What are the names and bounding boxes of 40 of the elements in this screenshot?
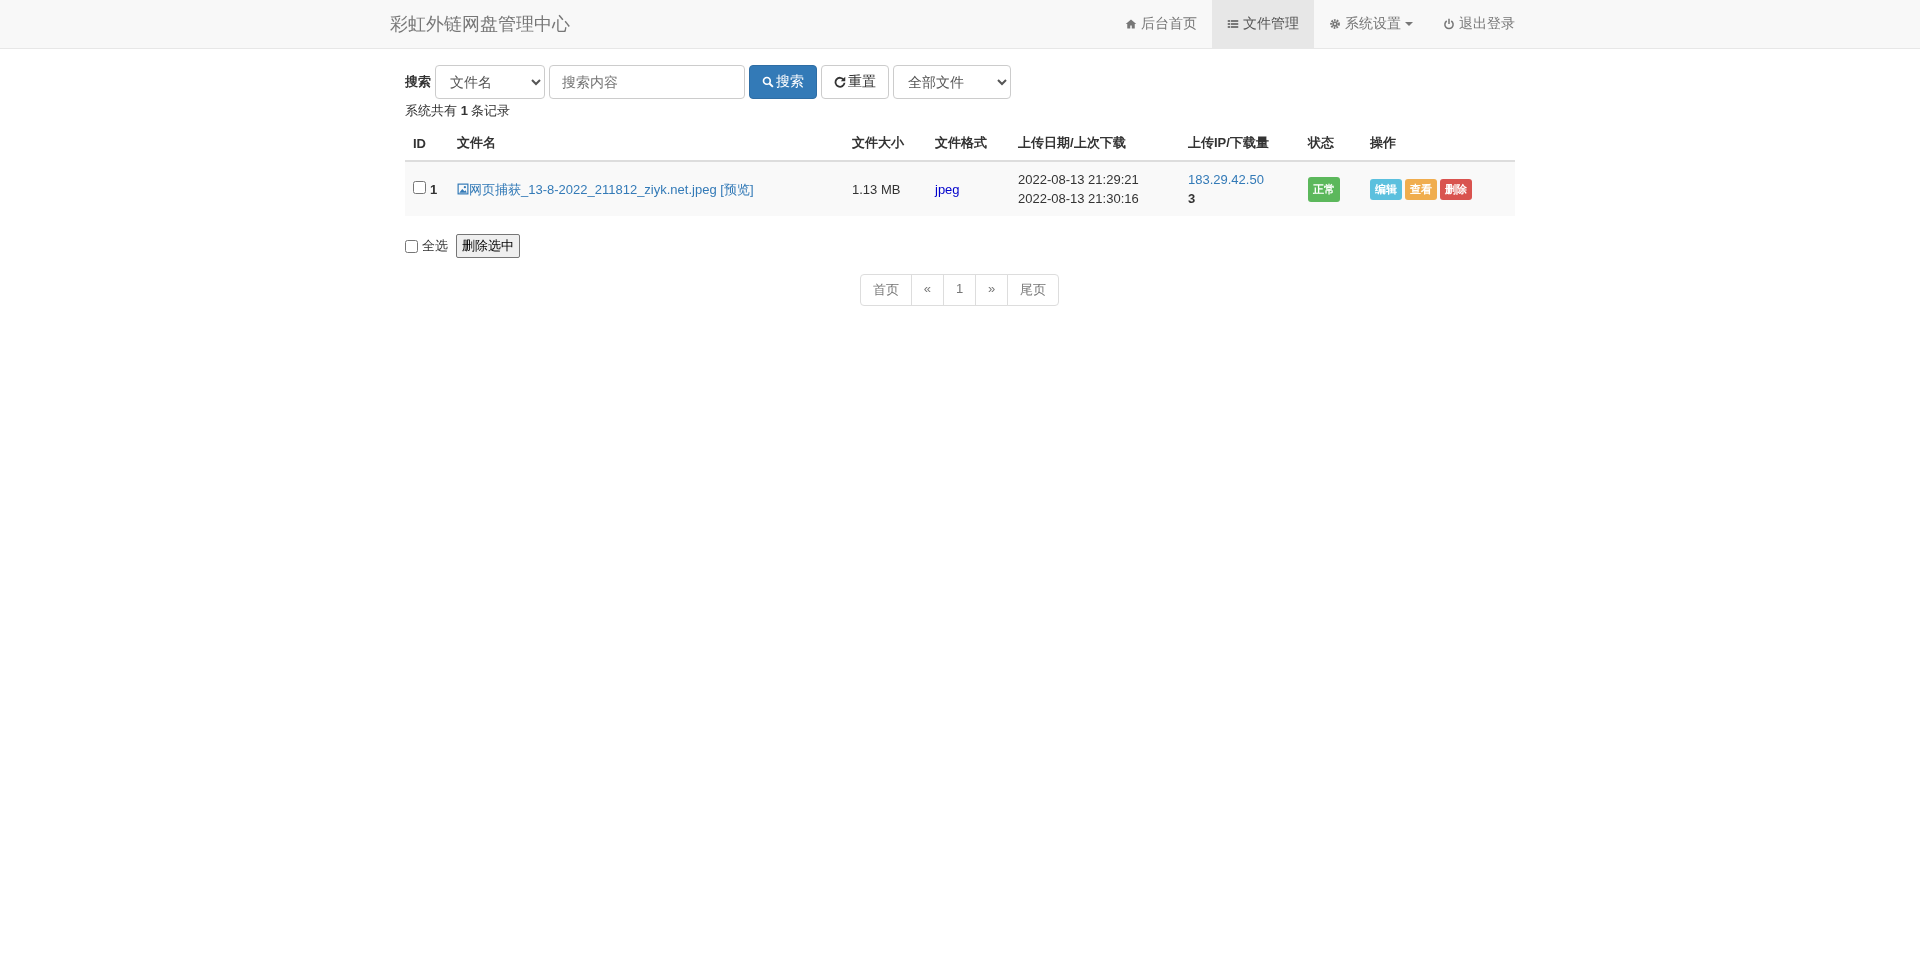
action-button[interactable]: 删除 — [1440, 178, 1472, 200]
page-link[interactable]: « — [910, 274, 944, 306]
ip-link[interactable]: 183.29.42.50 — [1188, 172, 1264, 187]
search-icon — [762, 76, 774, 88]
select-all-label[interactable]: 全选 — [422, 237, 448, 255]
refresh-icon — [834, 76, 846, 88]
record-count: 系统共有 1 条记录 — [405, 102, 512, 120]
nav-item[interactable]: 文件管理 — [1212, 0, 1314, 48]
settings-icon — [1329, 18, 1341, 30]
row-checkbox[interactable] — [413, 180, 426, 194]
upload-date: 2022-08-13 21:29:21 — [1018, 171, 1140, 189]
type-select[interactable]: 全部文件 — [893, 65, 1011, 99]
nav-item[interactable]: 后台首页 — [1110, 0, 1212, 48]
page-link[interactable]: » — [975, 274, 1009, 306]
brand-title[interactable]: 彩虹外链网盘管理中心 — [390, 12, 570, 36]
page-link[interactable]: 首页 — [859, 274, 912, 306]
file-link[interactable]: 网页捕获_13-8-2022_211812_ziyk.net.jpeg — [457, 181, 717, 197]
reset-button[interactable]: 重置 — [821, 65, 889, 99]
search-button[interactable]: 搜索 — [749, 65, 817, 99]
delete-selected-button[interactable]: 删除选中 — [456, 234, 520, 258]
home-icon — [1125, 18, 1137, 30]
nav-item[interactable]: 退出登录 — [1428, 0, 1530, 48]
download-count: 3 — [1188, 190, 1197, 208]
power-icon — [1443, 18, 1455, 30]
page-link[interactable]: 1 — [942, 274, 977, 306]
list-icon — [1227, 18, 1239, 30]
search-label: 搜索 — [405, 73, 431, 91]
status-label: 正常 — [1308, 176, 1340, 202]
caret-icon — [1405, 22, 1413, 26]
format-link[interactable]: jpeg — [935, 181, 960, 197]
id-cell: 1 — [430, 181, 438, 197]
size-cell: 1.13 MB — [844, 161, 927, 216]
download-date: 2022-08-13 21:30:16 — [1018, 190, 1140, 208]
page-link[interactable]: 尾页 — [1007, 274, 1060, 306]
preview-link[interactable]: [预览] — [720, 181, 754, 197]
image-icon — [457, 182, 469, 195]
search-field[interactable]: 搜索内容 — [549, 65, 745, 99]
select-all-checkbox[interactable] — [405, 239, 418, 253]
nav-item[interactable]: 系统设置 — [1314, 0, 1428, 48]
field-select[interactable]: 文件名 — [435, 65, 545, 99]
